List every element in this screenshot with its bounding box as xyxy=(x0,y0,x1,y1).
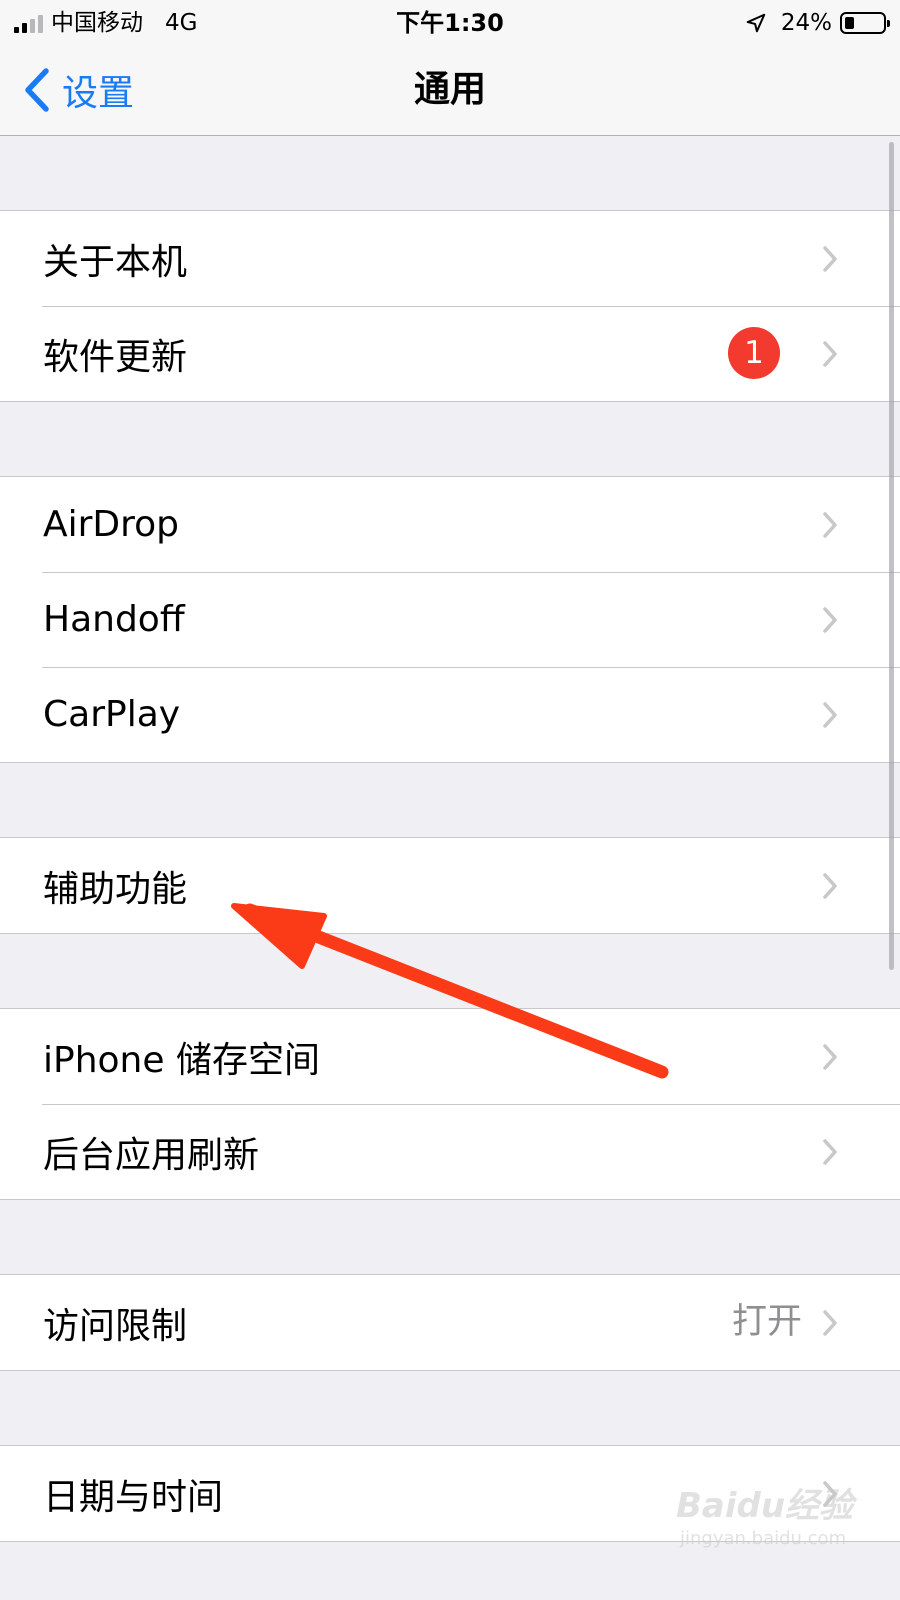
airdrop-row[interactable]: AirDrop xyxy=(0,477,900,572)
restrictions-value: 打开 xyxy=(731,1302,802,1342)
chevron-right-icon xyxy=(823,1310,837,1336)
carplay-label: CarPlay xyxy=(43,694,181,735)
settings-group-restrictions: 访问限制 打开 xyxy=(0,1274,900,1371)
chevron-right-icon xyxy=(823,702,837,728)
chevron-right-icon xyxy=(823,873,837,899)
status-bar: 中国移动 4G 下午1:30 24% xyxy=(0,0,900,46)
about-row[interactable]: 关于本机 xyxy=(0,211,900,306)
handoff-label: Handoff xyxy=(43,599,185,640)
battery-percentage: 24% xyxy=(780,10,832,36)
watermark-url: jingyan.baidu.com xyxy=(680,1528,847,1549)
airdrop-label: AirDrop xyxy=(43,504,180,545)
page-title: 通用 xyxy=(413,69,486,110)
about-label: 关于本机 xyxy=(43,241,188,283)
battery-cap xyxy=(887,20,890,27)
watermark-logo: Baidu经验 xyxy=(676,1486,854,1526)
battery-fill xyxy=(845,17,854,29)
date-time-label: 日期与时间 xyxy=(43,1476,224,1518)
baidu-watermark: Baidu经验 jingyan.baidu.com xyxy=(676,1476,896,1576)
accessibility-label: 辅助功能 xyxy=(43,868,188,910)
handoff-row[interactable]: Handoff xyxy=(0,572,900,667)
background-refresh-row[interactable]: 后台应用刷新 xyxy=(0,1104,900,1199)
chevron-right-icon xyxy=(823,341,837,367)
navigation-bar: 设置 通用 xyxy=(0,46,900,136)
settings-group-storage: iPhone 储存空间 后台应用刷新 xyxy=(0,1008,900,1200)
settings-group-accessibility: 辅助功能 xyxy=(0,837,900,934)
update-badge: 1 xyxy=(728,327,780,379)
background-refresh-label: 后台应用刷新 xyxy=(43,1134,260,1176)
iphone-storage-label: iPhone 储存空间 xyxy=(43,1039,320,1081)
chevron-right-icon xyxy=(823,1139,837,1165)
battery-icon xyxy=(840,12,890,34)
software-update-row[interactable]: 软件更新 1 xyxy=(0,306,900,401)
status-right: 24% xyxy=(745,6,890,40)
chevron-right-icon xyxy=(823,246,837,272)
restrictions-label: 访问限制 xyxy=(43,1305,188,1347)
chevron-right-icon xyxy=(823,1044,837,1070)
location-arrow-icon xyxy=(746,13,766,33)
scroll-indicator xyxy=(889,142,894,970)
iphone-storage-row[interactable]: iPhone 储存空间 xyxy=(0,1009,900,1104)
accessibility-row[interactable]: 辅助功能 xyxy=(0,838,900,933)
settings-list: 关于本机 软件更新 1 AirDrop Handoff CarPlay 辅助功能 xyxy=(0,136,900,1542)
settings-group-about: 关于本机 软件更新 1 xyxy=(0,210,900,402)
settings-group-continuity: AirDrop Handoff CarPlay xyxy=(0,476,900,763)
chevron-right-icon xyxy=(823,607,837,633)
software-update-label: 软件更新 xyxy=(43,336,188,378)
restrictions-row[interactable]: 访问限制 打开 xyxy=(0,1275,900,1370)
chevron-right-icon xyxy=(823,512,837,538)
carplay-row[interactable]: CarPlay xyxy=(0,667,900,762)
